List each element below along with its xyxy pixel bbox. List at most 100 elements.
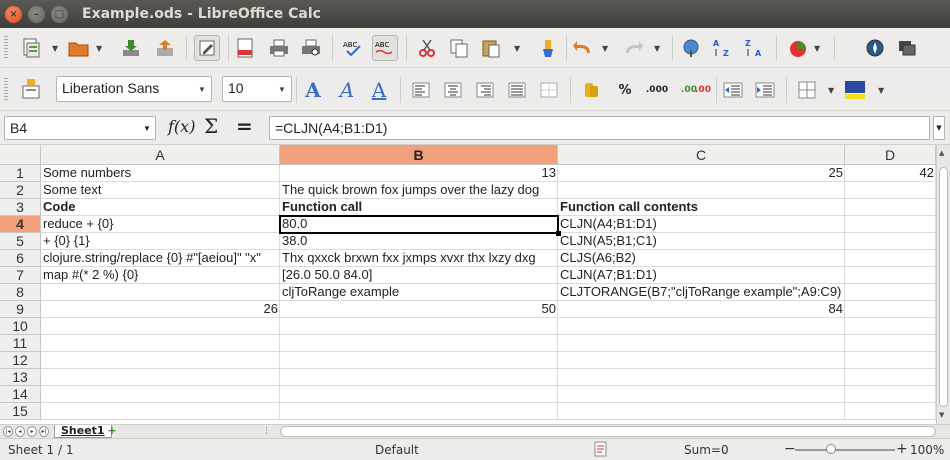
row-header[interactable]: 9 <box>0 301 41 318</box>
spreadsheet-grid[interactable]: A B C D 1 Some numbers 13 25 42 2 Some text The qui… <box>0 145 936 424</box>
grid-cell[interactable] <box>845 386 936 403</box>
select-all-corner[interactable] <box>0 145 41 165</box>
row-header[interactable]: 4 <box>0 216 41 233</box>
zoom-slider-knob[interactable] <box>826 444 836 454</box>
open-icon[interactable] <box>66 35 92 61</box>
remove-decimal-button[interactable]: .00 <box>690 77 716 103</box>
cell-c6[interactable]: CLJS(A6;B2) <box>558 250 845 267</box>
grid-cell[interactable] <box>280 369 558 386</box>
clone-formatting-icon[interactable] <box>534 35 560 61</box>
copy-icon[interactable] <box>446 35 472 61</box>
function-wizard-button[interactable]: f(x) <box>168 117 195 136</box>
row-header[interactable]: 14 <box>0 386 41 403</box>
align-center-icon[interactable] <box>440 77 466 103</box>
bold-button[interactable]: A <box>300 77 326 103</box>
horizontal-scrollbar[interactable] <box>280 426 936 437</box>
zoom-level[interactable]: 100% <box>910 443 944 457</box>
chevron-down-icon[interactable]: ▼ <box>193 77 211 101</box>
merge-cells-icon[interactable] <box>536 77 562 103</box>
vertical-scrollbar[interactable]: ▲ ▼ <box>936 145 950 424</box>
zoom-slider-track[interactable] <box>795 449 895 451</box>
cell-a1[interactable]: Some numbers <box>41 165 280 182</box>
new-dropdown-icon[interactable]: ▼ <box>52 44 58 53</box>
grid-cell[interactable] <box>280 352 558 369</box>
first-sheet-button[interactable]: |◂ <box>3 426 13 437</box>
number-format-button[interactable]: .000 <box>644 77 670 103</box>
cell-a7[interactable]: map #(* 2 %) {0} <box>41 267 280 284</box>
print-icon[interactable] <box>266 35 292 61</box>
grid-cell[interactable] <box>558 352 845 369</box>
scroll-down-icon[interactable]: ▼ <box>939 411 944 419</box>
zoom-out-button[interactable]: − <box>784 441 796 457</box>
cell-a4[interactable]: reduce + {0} <box>41 216 280 233</box>
row-header[interactable]: 12 <box>0 352 41 369</box>
cell-b6[interactable]: Thx qxxck brxwn fxx jxmps xvxr thx lxzy … <box>280 250 558 267</box>
cell-b8[interactable]: cljToRange example <box>280 284 558 301</box>
row-header[interactable]: 7 <box>0 267 41 284</box>
zoom-in-button[interactable]: + <box>896 441 908 457</box>
row-header[interactable]: 3 <box>0 199 41 216</box>
open-dropdown-icon[interactable]: ▼ <box>96 44 102 53</box>
vertical-scroll-thumb[interactable] <box>939 167 948 407</box>
borders-icon[interactable] <box>794 77 820 103</box>
spellcheck-icon[interactable]: ABC <box>340 35 366 61</box>
row-header[interactable]: 6 <box>0 250 41 267</box>
grid-cell[interactable] <box>41 403 280 420</box>
grid-cell[interactable] <box>845 233 936 250</box>
row-header[interactable]: 8 <box>0 284 41 301</box>
grid-cell[interactable] <box>41 386 280 403</box>
tab-splitter[interactable]: ⋮ <box>262 426 271 437</box>
cell-c4[interactable]: CLJN(A4;B1:D1) <box>558 216 845 233</box>
undo-dropdown-icon[interactable]: ▼ <box>602 44 608 53</box>
chevron-down-icon[interactable]: ▼ <box>139 117 155 139</box>
add-sheet-button[interactable]: + <box>104 425 120 437</box>
grid-cell[interactable] <box>845 182 936 199</box>
row-header[interactable]: 1 <box>0 165 41 182</box>
toolbar-grip[interactable] <box>4 78 8 102</box>
column-header-b[interactable]: B <box>280 145 558 165</box>
cell-b5[interactable]: 38.0 <box>280 233 558 250</box>
paste-icon[interactable] <box>478 35 504 61</box>
grid-cell[interactable] <box>845 352 936 369</box>
increase-indent-icon[interactable] <box>752 77 778 103</box>
scroll-up-icon[interactable]: ▲ <box>939 149 944 157</box>
underline-button[interactable]: A <box>366 77 392 103</box>
chart-icon[interactable] <box>786 35 812 61</box>
navigator-icon[interactable] <box>862 35 888 61</box>
cell-c7[interactable]: CLJN(A7;B1:D1) <box>558 267 845 284</box>
cell-b9[interactable]: 50 <box>280 301 558 318</box>
row-header[interactable]: 11 <box>0 335 41 352</box>
font-size-combobox[interactable]: 10 ▼ <box>222 76 292 102</box>
row-header[interactable]: 15 <box>0 403 41 420</box>
grid-cell[interactable] <box>41 369 280 386</box>
page-style[interactable]: Default <box>375 443 419 457</box>
background-color-dropdown-icon[interactable]: ▼ <box>878 86 884 95</box>
cell-a2[interactable]: Some text <box>41 182 280 199</box>
last-sheet-button[interactable]: ▸| <box>39 426 49 437</box>
grid-cell[interactable] <box>558 335 845 352</box>
grid-cell[interactable] <box>280 335 558 352</box>
redo-dropdown-icon[interactable]: ▼ <box>654 44 660 53</box>
previous-sheet-button[interactable]: ◂ <box>15 426 25 437</box>
paste-dropdown-icon[interactable]: ▼ <box>514 44 520 53</box>
grid-cell[interactable] <box>845 369 936 386</box>
cell-c8[interactable]: CLJTORANGE(B7;"cljToRange example";A9:C9… <box>558 284 845 301</box>
grid-cell[interactable] <box>41 284 280 301</box>
export-icon[interactable] <box>152 35 178 61</box>
expand-formula-bar-button[interactable]: ▼ <box>933 116 945 140</box>
italic-button[interactable]: A <box>334 77 360 103</box>
row-header[interactable]: 13 <box>0 369 41 386</box>
autospellcheck-icon[interactable]: ABC <box>372 35 398 61</box>
cell-a9[interactable]: 26 <box>41 301 280 318</box>
formula-input[interactable]: =CLJN(A4;B1:D1) <box>269 116 930 140</box>
grid-cell[interactable] <box>280 403 558 420</box>
grid-cell[interactable] <box>558 403 845 420</box>
column-header-a[interactable]: A <box>41 145 280 165</box>
cell-b4[interactable]: 80.0 <box>279 215 561 236</box>
align-justify-icon[interactable] <box>504 77 530 103</box>
formula-button[interactable]: = <box>236 114 253 138</box>
grid-cell[interactable] <box>845 318 936 335</box>
grid-cell[interactable] <box>845 267 936 284</box>
name-box[interactable]: B4 ▼ <box>4 116 156 140</box>
sum-button[interactable]: Σ <box>204 114 218 138</box>
